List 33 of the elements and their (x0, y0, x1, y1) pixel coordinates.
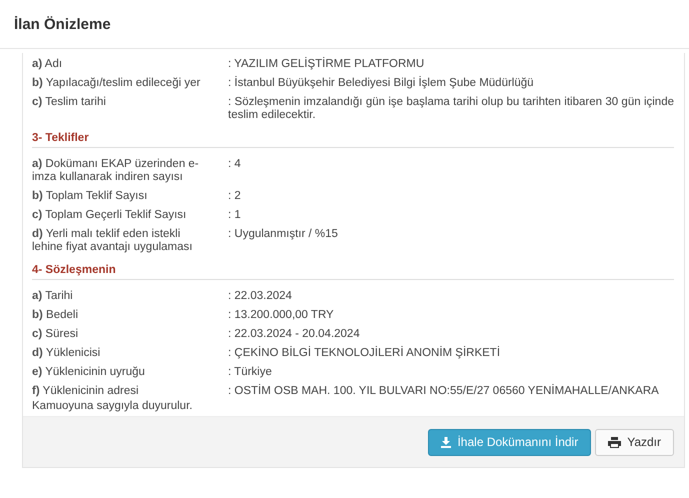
closing-note: Kamuoyuna saygıyla duyurulur. (32, 400, 194, 412)
field-label: a) Adı (32, 58, 64, 71)
field-value: : 22.03.2024 - 20.04.2024 (228, 328, 361, 341)
field-value: : Sözleşmenin imzalandığı gün işe başlama tarihi olup bu tarihten itibaren 30 gün içinde teslim edilecektir. (228, 96, 674, 122)
field-label: b) Yapılacağı/teslim edileceği yer (32, 77, 202, 90)
field-value: : Türkiye (228, 366, 273, 379)
field-label: c) Süresi (32, 328, 80, 341)
field-value: : 1 (228, 209, 242, 222)
field-label: b) Bedeli (32, 309, 80, 322)
field-value: : 22.03.2024 (228, 290, 293, 303)
field-label: d) Yüklenicisi (32, 347, 102, 360)
field-value: : 2 (228, 190, 242, 203)
field-value: : Uygulanmıştır / %15 (228, 228, 339, 242)
field-value: : YAZILIM GELİŞTİRME PLATFORMU (228, 58, 426, 71)
field-label: d) Yerli malı teklif eden istekli lehine fiyat avantajı uygulaması (32, 228, 194, 254)
field-value: : 4 (228, 158, 242, 172)
printer-icon (608, 436, 622, 448)
print-button[interactable]: Yazdır (595, 428, 674, 456)
field-value: : İstanbul Büyükşehir Belediyesi Bilgi İşlem Şube Müdürlüğü (228, 77, 535, 90)
section-heading: 4- Sözleşmenin (32, 260, 674, 280)
window-title: İlan Önizleme (14, 16, 111, 32)
field-label: e) Yüklenicinin uyruğu (32, 366, 146, 379)
field-label: a) Dokümanı EKAP üzerinden e-imza kullanarak indiren sayısı (32, 158, 200, 184)
field-label: c) Toplam Geçerli Teklif Sayısı (32, 209, 188, 222)
download-icon (441, 436, 452, 448)
field-value: : OSTİM OSB MAH. 100. YIL BULVARI NO:55/E/27 06560 YENİMAHALLE/ANKARA (228, 385, 660, 398)
field-label: a) Tarihi (32, 290, 74, 303)
field-label: f) Yüklenicinin adresi (32, 385, 140, 398)
field-label: c) Teslim tarihi (32, 96, 107, 110)
field-label: b) Toplam Teklif Sayısı (32, 190, 148, 203)
field-value: : 13.200.000,00 TRY (228, 309, 335, 322)
section-heading: 3- Teklifler (32, 128, 674, 148)
field-value: : ÇEKİNO BİLGİ TEKNOLOJİLERİ ANONİM ŞİRKETİ (228, 347, 502, 360)
